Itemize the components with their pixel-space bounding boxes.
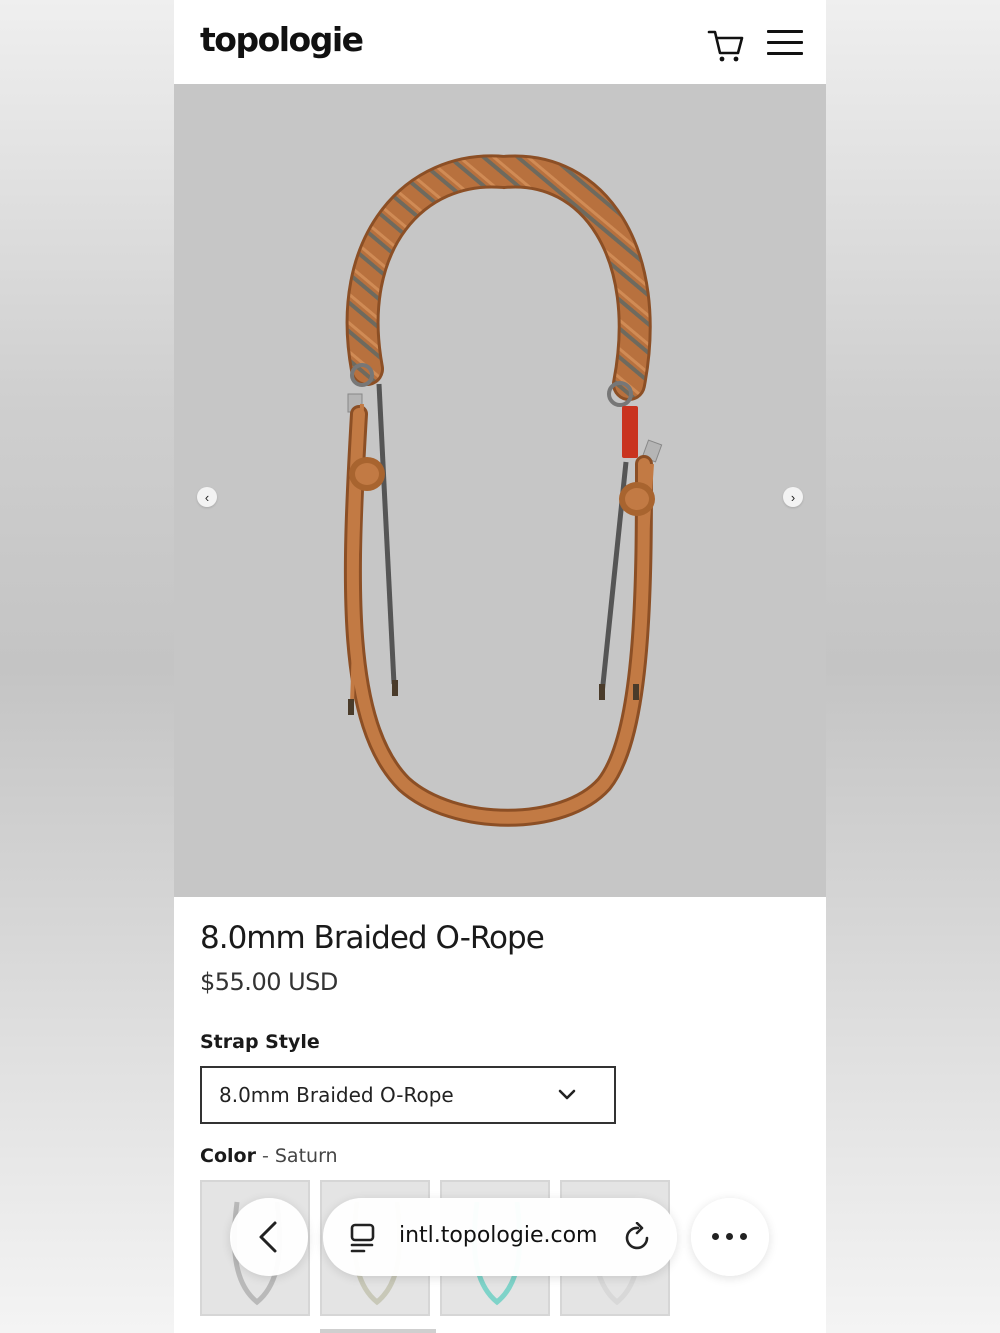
color-label: Color - Saturn [200,1145,338,1167]
url-text: intl.topologie.com [399,1223,598,1248]
color-label-separator: - [255,1145,275,1167]
browser-back-button[interactable] [230,1198,308,1276]
product-image-gallery[interactable]: ‹ › [174,84,826,897]
reload-icon[interactable] [623,1222,653,1252]
chevron-down-icon [558,1089,576,1100]
strap-style-select[interactable]: 8.0mm Braided O-Rope [200,1066,616,1124]
site-header: topologie [174,0,826,84]
selected-color-value: Saturn [274,1145,338,1167]
cart-icon[interactable] [707,26,745,64]
color-label-title: Color [200,1145,256,1167]
more-icon [712,1233,748,1241]
menu-icon[interactable] [767,30,803,58]
address-bar[interactable]: intl.topologie.com [323,1198,677,1276]
gallery-next-button[interactable]: › [783,487,803,507]
strap-style-label: Strap Style [200,1031,320,1053]
site-logo[interactable]: topologie [200,20,364,59]
more-options-button[interactable] [691,1198,769,1276]
gallery-prev-button[interactable]: ‹ [197,487,217,507]
product-price: $55.00 USD [200,968,338,996]
product-title: 8.0mm Braided O-Rope [200,920,545,956]
strap-style-value: 8.0mm Braided O-Rope [219,1083,454,1107]
tabs-icon [350,1223,375,1253]
product-image [343,154,663,827]
product-page: topologie ‹ › 8.0mm Braided O-Rope $55.0… [174,0,826,1333]
back-icon [259,1221,277,1253]
swatch-row-divider [320,1329,436,1333]
